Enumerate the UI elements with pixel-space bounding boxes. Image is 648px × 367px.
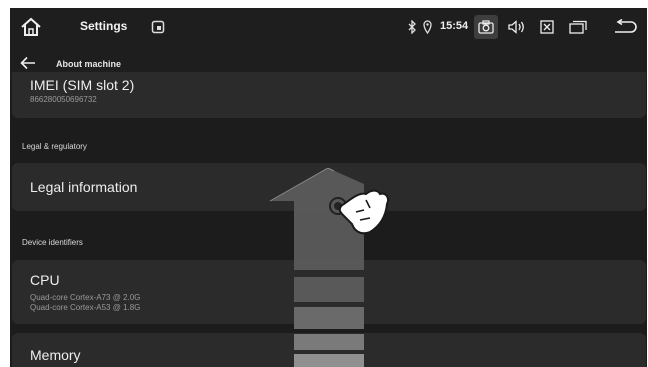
- close-window-icon[interactable]: [540, 20, 554, 34]
- imei-value: 866280050696732: [30, 95, 97, 104]
- volume-icon[interactable]: [508, 20, 526, 34]
- settings-title: Settings: [80, 19, 128, 33]
- section-device-identifiers: Device identifiers: [22, 238, 83, 247]
- bluetooth-icon: [408, 20, 416, 34]
- memory-title: Memory: [30, 347, 81, 363]
- location-icon: [423, 20, 432, 34]
- status-bar: Settings 15:54: [10, 8, 647, 46]
- recents-icon[interactable]: [569, 20, 587, 34]
- home-icon[interactable]: [20, 17, 42, 37]
- back-icon[interactable]: [613, 19, 637, 35]
- screenshot-button[interactable]: [474, 15, 498, 39]
- camera-icon: [478, 20, 494, 34]
- app-icon[interactable]: [151, 20, 165, 34]
- cpu-title: CPU: [30, 272, 60, 288]
- page-title: About machine: [56, 59, 122, 69]
- imei-card[interactable]: IMEI (SIM slot 2) 866280050696732: [12, 72, 646, 118]
- swipe-up-hand-icon: [269, 168, 390, 367]
- section-legal: Legal & regulatory: [22, 142, 87, 151]
- imei-title: IMEI (SIM slot 2): [30, 77, 135, 93]
- back-arrow-icon[interactable]: [20, 56, 36, 70]
- cpu-line-2: Quad-core Cortex-A53 @ 1.8G: [30, 303, 141, 312]
- legal-information-title: Legal information: [30, 179, 138, 195]
- clock: 15:54: [440, 20, 469, 32]
- cpu-line-1: Quad-core Cortex-A73 @ 2.0G: [30, 293, 141, 302]
